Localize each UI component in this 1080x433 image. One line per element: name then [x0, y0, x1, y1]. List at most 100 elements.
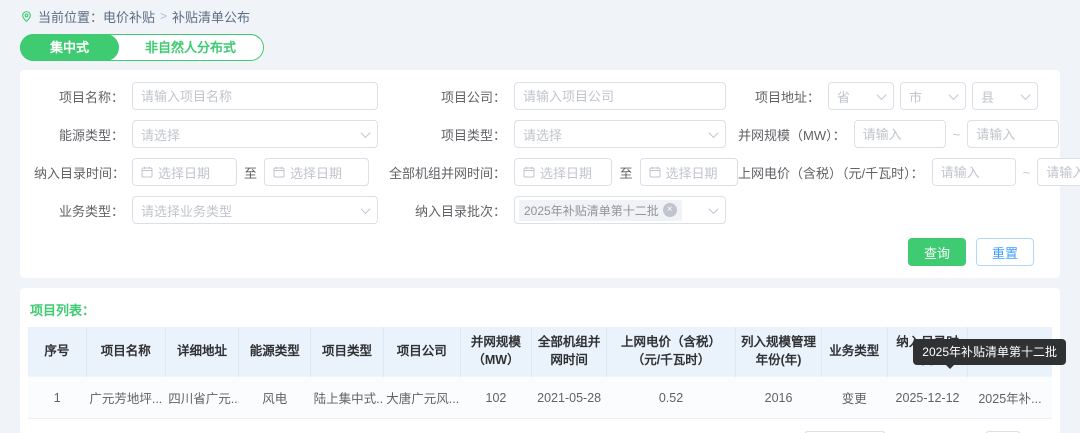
project-name-input-wrap — [132, 82, 378, 110]
calendar-icon — [141, 166, 153, 178]
col-header-project-type: 项目类型 — [311, 327, 384, 377]
range-separator: ~ — [953, 127, 961, 142]
project-name-field: 项目名称： — [34, 82, 386, 110]
search-button[interactable]: 查询 — [908, 238, 966, 266]
project-company-input[interactable] — [523, 89, 717, 104]
tab-switcher: 集中式 非自然人分布式 — [20, 34, 264, 61]
grid-scale-to-input[interactable] — [976, 127, 1050, 142]
grid-scale-to-wrap — [967, 120, 1059, 148]
project-name-label: 项目名称： — [34, 87, 132, 106]
location-pin-icon — [20, 10, 33, 23]
catalog-batch-label: 纳入目录批次： — [386, 201, 514, 220]
chevron-down-icon — [361, 204, 371, 214]
col-header-scale-year: 列入规模管理年份(年) — [736, 327, 822, 377]
catalog-batch-tag: 2025年补贴清单第十二批 × — [519, 200, 682, 221]
grid-time-to-value: 选择日期 — [666, 163, 718, 182]
project-list-panel: 项目列表： 序号 项目名称 详细地址 能源类型 项目类型 项目公司 — [20, 288, 1060, 433]
breadcrumb-section[interactable]: 电价补贴 — [103, 7, 155, 26]
all-units-grid-time-field: 全部机组并网时间： 选择日期 至 选择日期 — [386, 158, 738, 186]
col-header-business-type: 业务类型 — [822, 327, 888, 377]
project-address-field: 项目地址： 省 市 县 — [738, 82, 1042, 110]
grid-price-to-wrap — [1037, 158, 1080, 186]
catalog-time-from-value: 选择日期 — [158, 163, 210, 182]
project-company-field: 项目公司： — [386, 82, 738, 110]
cell-project-name: 广元芳地坪... — [86, 377, 165, 419]
cell-grid-scale: 102 — [460, 377, 532, 419]
project-list-title: 项目列表： — [30, 300, 1052, 319]
county-select-value: 县 — [981, 87, 994, 106]
chevron-down-icon — [361, 128, 371, 138]
energy-type-field: 能源类型： 请选择 — [34, 120, 386, 148]
filter-row-3: 纳入目录时间： 选择日期 至 选择日期 全部机组并网时间： 选择日期 至 选择日… — [34, 158, 1042, 186]
grid-price-label: 上网电价（含税）（元/千瓦时）： — [738, 163, 932, 182]
business-type-field: 业务类型： 请选择业务类型 — [34, 196, 386, 224]
county-select[interactable]: 县 — [972, 82, 1038, 110]
grid-scale-from-wrap — [854, 120, 946, 148]
filter-panel: 项目名称： 项目公司： 项目地址： 省 市 县 能源类型： 请选择 项目类型： … — [20, 70, 1060, 278]
catalog-time-to-picker[interactable]: 选择日期 — [264, 158, 369, 186]
col-header-grid-scale: 并网规模（MW） — [460, 327, 532, 377]
date-range-separator: 至 — [244, 163, 257, 182]
project-address-label: 项目地址： — [755, 87, 828, 106]
table-header-row: 序号 项目名称 详细地址 能源类型 项目类型 项目公司 并网规模（MW） 全部机… — [28, 327, 1052, 377]
cell-price: 0.52 — [607, 377, 736, 419]
project-type-value: 请选择 — [523, 125, 562, 144]
col-header-energy-type: 能源类型 — [239, 327, 311, 377]
chevron-down-icon — [877, 90, 887, 100]
tab-non-natural-distributed[interactable]: 非自然人分布式 — [118, 35, 263, 60]
grid-scale-label: 并网规模（MW）： — [738, 125, 854, 144]
chevron-down-icon — [949, 90, 959, 100]
business-type-label: 业务类型： — [34, 201, 132, 220]
project-type-label: 项目类型： — [386, 125, 514, 144]
project-name-input[interactable] — [141, 89, 369, 104]
catalog-time-label: 纳入目录时间： — [34, 163, 132, 182]
tab-centralized[interactable]: 集中式 — [20, 34, 119, 61]
grid-price-from-input[interactable] — [941, 165, 1007, 180]
catalog-time-from-picker[interactable]: 选择日期 — [132, 158, 237, 186]
filter-row-1: 项目名称： 项目公司： 项目地址： 省 市 县 — [34, 82, 1042, 110]
grid-time-from-picker[interactable]: 选择日期 — [514, 158, 612, 186]
project-table-wrap: 序号 项目名称 详细地址 能源类型 项目类型 项目公司 并网规模（MW） 全部机… — [28, 327, 1052, 419]
city-select-value: 市 — [909, 87, 922, 106]
province-select[interactable]: 省 — [828, 82, 894, 110]
col-header-company: 项目公司 — [383, 327, 460, 377]
province-select-value: 省 — [837, 87, 850, 106]
cell-project-type: 陆上集中式... — [311, 377, 384, 419]
grid-price-from-wrap — [932, 158, 1016, 186]
cell-grid-time: 2021-05-28 — [532, 377, 607, 419]
energy-type-select[interactable]: 请选择 — [132, 120, 378, 148]
reset-button[interactable]: 重置 — [976, 238, 1034, 266]
project-type-field: 项目类型： 请选择 — [386, 120, 738, 148]
col-header-address: 详细地址 — [165, 327, 239, 377]
project-company-label: 项目公司： — [386, 87, 514, 106]
col-header-price: 上网电价（含税）（元/千瓦时） — [607, 327, 736, 377]
catalog-time-to-value: 选择日期 — [290, 163, 342, 182]
catalog-batch-tag-label: 2025年补贴清单第十二批 — [524, 202, 659, 219]
grid-scale-from-input[interactable] — [863, 127, 937, 142]
city-select[interactable]: 市 — [900, 82, 966, 110]
table-row[interactable]: 1 广元芳地坪... 四川省广元... 风电 陆上集中式... 大唐广元风...… — [28, 377, 1052, 419]
cell-business-type: 变更 — [822, 377, 888, 419]
grid-time-to-picker[interactable]: 选择日期 — [640, 158, 738, 186]
catalog-batch-select[interactable]: 2025年补贴清单第十二批 × — [514, 196, 726, 224]
project-type-select[interactable]: 请选择 — [514, 120, 726, 148]
grid-price-field: 上网电价（含税）（元/千瓦时）： ~ — [738, 158, 1080, 186]
page: 当前位置：电价补贴 > 补贴清单公布 集中式 非自然人分布式 项目名称： 项目公… — [0, 0, 1080, 433]
breadcrumb-separator: > — [160, 9, 167, 23]
calendar-icon — [273, 166, 285, 178]
tag-close-icon[interactable]: × — [663, 203, 677, 217]
chevron-down-icon — [1021, 90, 1031, 100]
cell-catalog-time: 2025-12-12 — [887, 377, 968, 419]
filter-row-4: 业务类型： 请选择业务类型 纳入目录批次： 2025年补贴清单第十二批 × — [34, 196, 1042, 224]
business-type-select[interactable]: 请选择业务类型 — [132, 196, 378, 224]
business-type-value: 请选择业务类型 — [141, 201, 232, 220]
catalog-time-field: 纳入目录时间： 选择日期 至 选择日期 — [34, 158, 386, 186]
col-header-index: 序号 — [28, 327, 86, 377]
batch-tooltip: 2025年补贴清单第十二批 — [913, 339, 1066, 365]
cell-energy-type: 风电 — [239, 377, 311, 419]
range-separator: ~ — [1023, 165, 1031, 180]
filter-row-4-spacer — [738, 196, 1042, 224]
chevron-down-icon — [709, 128, 719, 138]
grid-price-to-input[interactable] — [1046, 165, 1080, 180]
catalog-batch-field: 纳入目录批次： 2025年补贴清单第十二批 × — [386, 196, 738, 224]
